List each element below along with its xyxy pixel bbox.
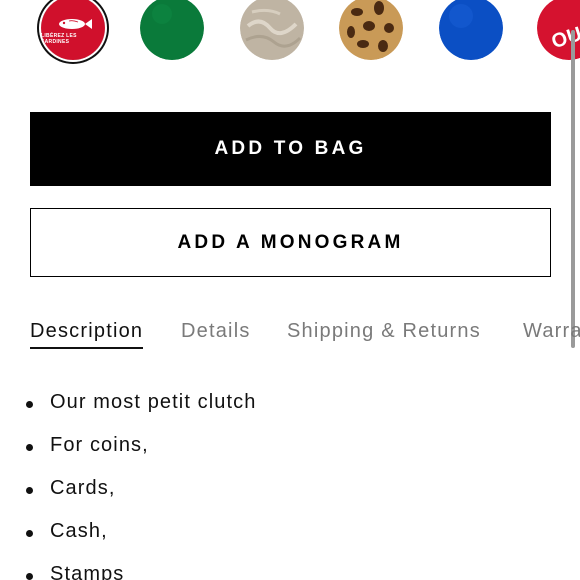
color-swatch-row: LIBÉREZ LES SARDINES OUI (0, 0, 580, 70)
product-info-tabs: Description Details Shipping & Returns W… (30, 320, 580, 350)
green-fabric-icon (140, 0, 204, 60)
tab-details[interactable]: Details (181, 320, 251, 347)
tab-description[interactable]: Description (30, 320, 144, 349)
swatch-blue[interactable] (439, 0, 503, 60)
list-item-text: Stamps (50, 563, 125, 580)
leopard-pattern-icon (339, 0, 403, 60)
tab-shipping-returns[interactable]: Shipping & Returns (287, 320, 481, 347)
swatch-green[interactable] (140, 0, 204, 60)
list-item: Cash, (0, 520, 580, 550)
list-item-text: Cash, (50, 520, 108, 542)
list-item-text: For coins, (50, 434, 149, 456)
blue-fabric-icon (439, 0, 503, 60)
tab-warranty[interactable]: Warra (523, 320, 580, 347)
swatch-red-fish[interactable]: LIBÉREZ LES SARDINES (41, 0, 105, 60)
scrollbar[interactable] (571, 30, 575, 348)
bullet-icon (26, 573, 33, 580)
add-monogram-button[interactable]: ADD A MONOGRAM (30, 208, 551, 277)
list-item: For coins, (0, 434, 580, 464)
list-item-text: Our most petit clutch (50, 391, 257, 413)
swatch-metallic-silver[interactable] (240, 0, 304, 60)
list-item: Our most petit clutch (0, 391, 580, 421)
add-to-bag-button[interactable]: ADD TO BAG (30, 112, 551, 186)
list-item: Cards, (0, 477, 580, 507)
bullet-icon (26, 401, 33, 408)
list-item-text: Cards, (50, 477, 116, 499)
product-page: LIBÉREZ LES SARDINES OUI ADD TO BAG ADD … (0, 0, 580, 580)
bullet-icon (26, 530, 33, 537)
swatch-leopard[interactable] (339, 0, 403, 60)
bullet-icon (26, 444, 33, 451)
bullet-icon (26, 487, 33, 494)
list-item: Stamps (0, 563, 580, 580)
fish-pattern-icon (41, 0, 105, 60)
metallic-texture-icon (240, 0, 304, 60)
